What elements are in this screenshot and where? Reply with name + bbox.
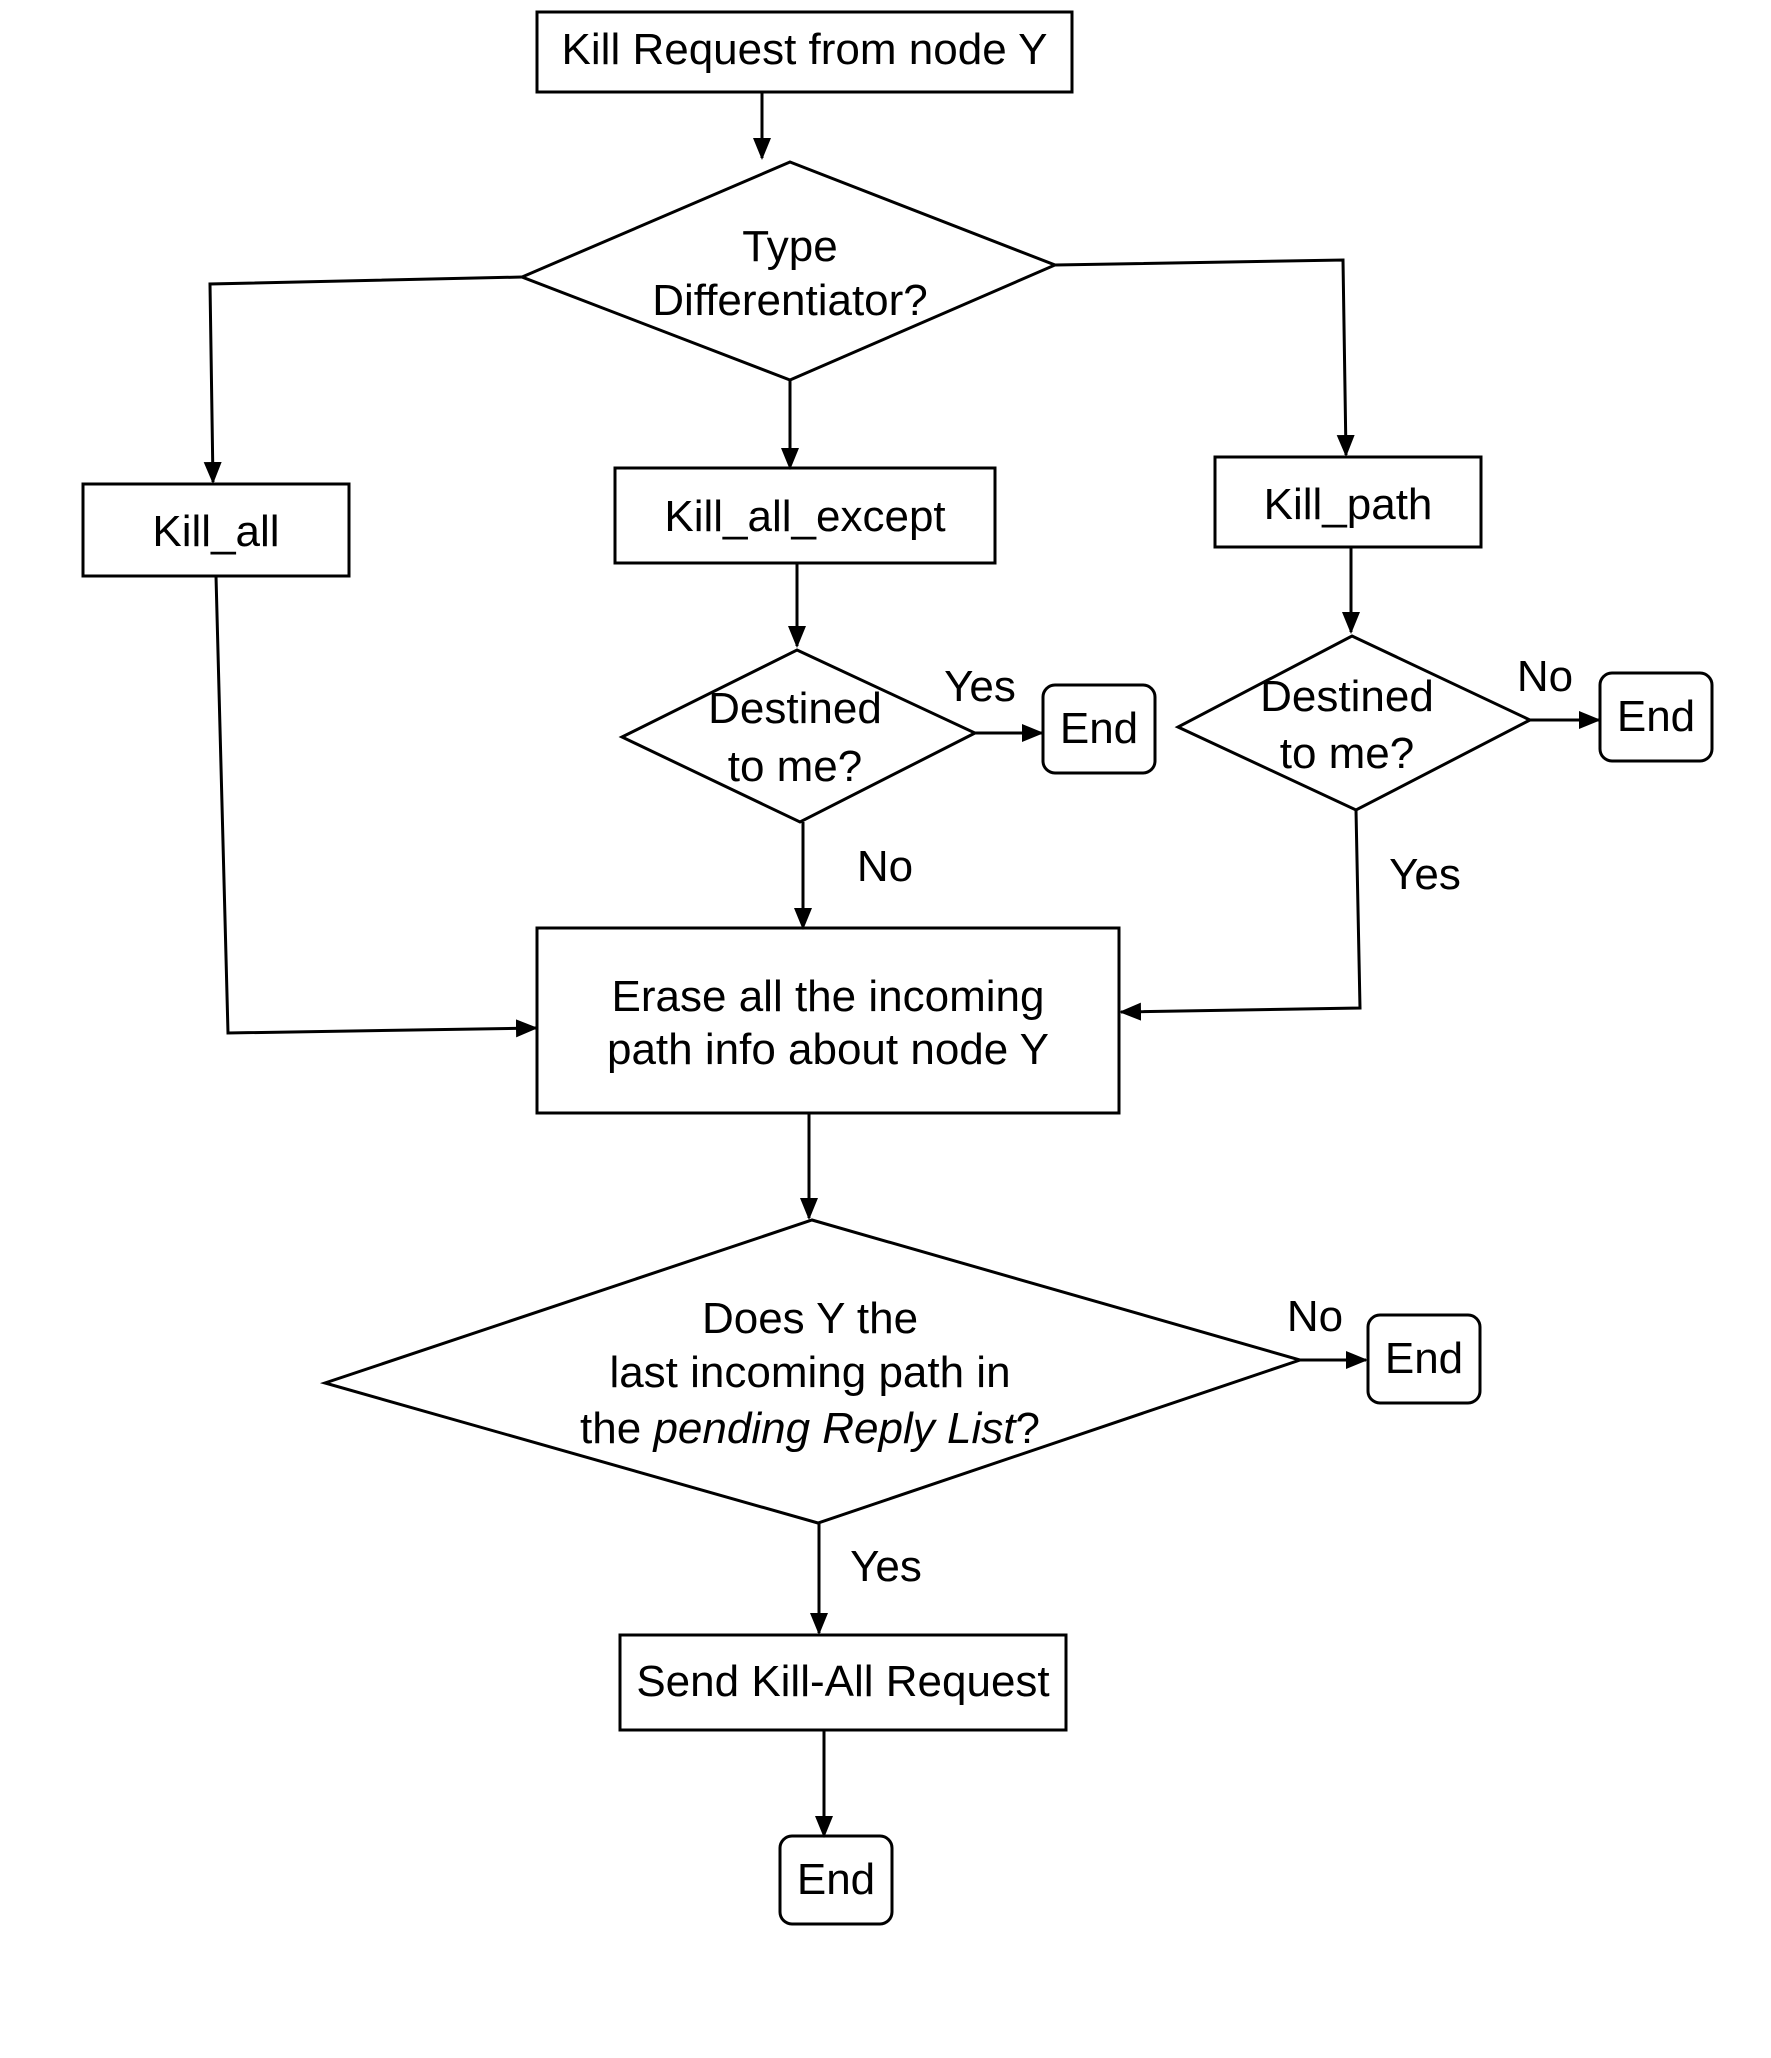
destined-mid-line1: Destined	[708, 684, 882, 733]
erase-line2: path info about node Y	[606, 1025, 1050, 1074]
destined-right-line2: to me?	[1279, 729, 1415, 778]
arrow-type-to-killpath	[1054, 258, 1355, 457]
destined-right-line1: Destined	[1260, 672, 1434, 721]
yes-label-right: Yes	[1389, 850, 1461, 899]
no-label-right: No	[1516, 652, 1574, 701]
end-label-last-path: End	[1384, 1334, 1464, 1383]
kill-all-except-label: Kill_all_except	[664, 492, 946, 541]
yes-label-mid: Yes	[944, 662, 1016, 711]
last-path-line3-plain: the	[580, 1404, 654, 1453]
type-decision-line2: Differentiator?	[652, 276, 928, 325]
arrow-type-to-killall	[203, 275, 523, 484]
no-label-last-path: No	[1286, 1292, 1344, 1341]
end-label-final: End	[796, 1855, 876, 1904]
end-label-right: End	[1616, 692, 1696, 741]
send-kill-all-label: Send Kill-All Request	[636, 1657, 1050, 1706]
erase-line1: Erase all the incoming	[611, 972, 1045, 1021]
end-label-mid: End	[1059, 704, 1139, 753]
last-path-line3-end: ?	[1015, 1404, 1040, 1453]
last-path-line3: the pending Reply List?	[510, 1402, 1110, 1456]
destined-mid-line2: to me?	[727, 742, 863, 791]
kill-path-label: Kill_path	[1263, 480, 1433, 529]
last-path-line1: Does Y the	[701, 1294, 919, 1343]
last-path-line2: last incoming path in	[609, 1348, 1011, 1397]
yes-label-last-path: Yes	[850, 1542, 922, 1591]
type-decision-line1: Type	[742, 222, 838, 271]
kill-all-label: Kill_all	[152, 507, 280, 556]
arrow-killall-to-erase	[214, 575, 538, 1038]
destined-mid-diamond	[618, 648, 979, 824]
start-label: Kill Request from node Y	[561, 25, 1048, 74]
pending-reply-list-text: pending Reply List	[653, 1404, 1016, 1453]
arrow-destined-right-yes	[1119, 809, 1362, 1021]
no-label-mid: No	[856, 842, 914, 891]
